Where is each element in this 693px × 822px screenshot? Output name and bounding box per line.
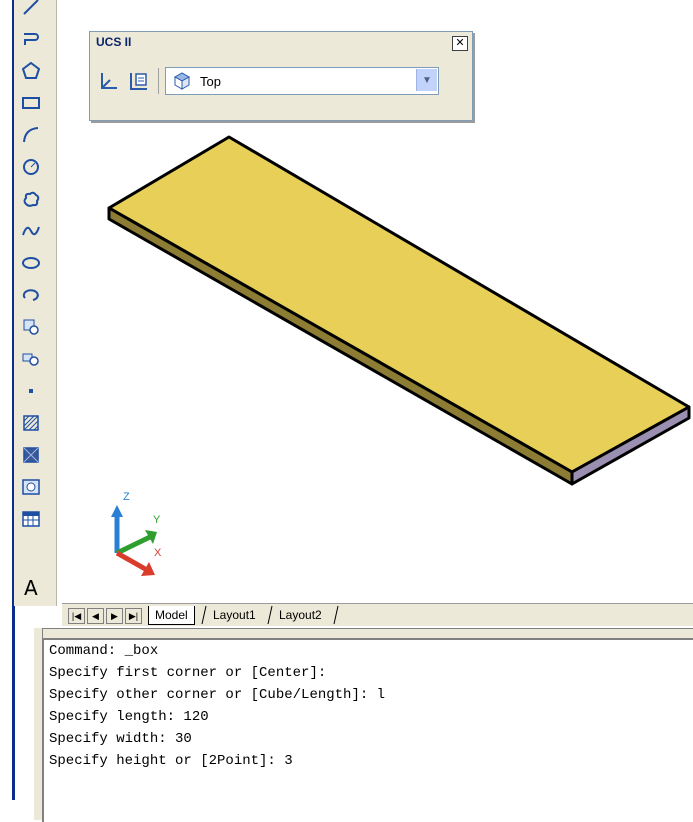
- command-line: Specify height or [2Point]: 3: [49, 753, 293, 769]
- layout-tab-bar: |◀ ◀ ▶ ▶| Model Layout1 Layout2: [62, 603, 693, 626]
- insert-block-icon: [23, 319, 39, 335]
- arc-button[interactable]: [20, 124, 42, 146]
- table-button[interactable]: [20, 508, 42, 530]
- line-button[interactable]: [20, 0, 42, 18]
- point-button[interactable]: [20, 380, 42, 402]
- ellipse-icon: [22, 257, 40, 269]
- command-line: Specify length: 120: [49, 709, 209, 725]
- ucs-manager-icon: [130, 73, 147, 90]
- box-top-face: [107, 135, 691, 474]
- hatch-icon: [23, 415, 39, 431]
- tab-dividers: [201, 605, 339, 625]
- table-icon: [22, 511, 40, 527]
- point-icon: [29, 389, 33, 393]
- ucs-icon: [101, 73, 117, 89]
- polygon-icon: [21, 61, 41, 79]
- line-icon: [23, 0, 39, 15]
- ucs-manager-button[interactable]: [126, 68, 152, 94]
- ellipse-arc-button[interactable]: [20, 284, 42, 306]
- command-line: Command: _box: [49, 643, 159, 659]
- region-button[interactable]: [20, 476, 42, 498]
- ucs-y-label: Y: [153, 514, 161, 526]
- polyline-icon: [24, 33, 39, 45]
- circle-button[interactable]: [20, 156, 42, 178]
- rectangle-button[interactable]: [20, 92, 42, 114]
- spline-button[interactable]: [20, 220, 42, 242]
- multiline-text-button[interactable]: A: [24, 576, 38, 600]
- ucs-ii-body: Top ▼: [96, 62, 466, 100]
- chevron-down-icon[interactable]: ▼: [416, 69, 437, 91]
- gradient-icon: [23, 447, 39, 463]
- circle-icon: [23, 159, 39, 175]
- command-line: Specify first corner or [Center]:: [49, 665, 327, 681]
- make-block-icon: [22, 353, 39, 366]
- ucs-z-label: Z: [123, 491, 130, 503]
- ellipse-arc-icon: [22, 289, 39, 301]
- close-button[interactable]: ✕: [452, 36, 468, 51]
- toolbar-separator: [158, 68, 159, 94]
- ucs-view-select[interactable]: Top ▼: [165, 67, 439, 95]
- command-line: Specify other corner or [Cube/Length]: l: [49, 687, 386, 703]
- ucs-ii-title: UCS II: [96, 35, 132, 49]
- top-view-cube-icon: [173, 72, 191, 90]
- revision-cloud-button[interactable]: [20, 188, 42, 210]
- gradient-button[interactable]: [20, 444, 42, 466]
- command-history[interactable]: Command: _box Specify first corner or [C…: [42, 638, 693, 822]
- display-ucs-dialog-button[interactable]: [96, 68, 122, 94]
- ucs-axis-icon: Z Y X: [111, 491, 162, 576]
- polygon-button[interactable]: [20, 60, 42, 82]
- arc-icon: [23, 127, 39, 143]
- ucs-x-label: X: [154, 547, 162, 559]
- revision-cloud-icon: [23, 191, 40, 207]
- region-icon: [22, 479, 40, 495]
- make-block-button[interactable]: [20, 348, 42, 370]
- ucs-ii-titlebar[interactable]: UCS II: [90, 32, 472, 52]
- ellipse-button[interactable]: [20, 252, 42, 274]
- ucs-view-value: Top: [200, 73, 221, 89]
- hatch-button[interactable]: [20, 412, 42, 434]
- ucs-ii-toolbar[interactable]: UCS II ✕ Top ▼: [89, 31, 473, 121]
- rectangle-icon: [22, 97, 40, 109]
- polyline-button[interactable]: [20, 28, 42, 50]
- insert-block-button[interactable]: [20, 316, 42, 338]
- command-line: Specify width: 30: [49, 731, 192, 747]
- spline-icon: [22, 226, 40, 236]
